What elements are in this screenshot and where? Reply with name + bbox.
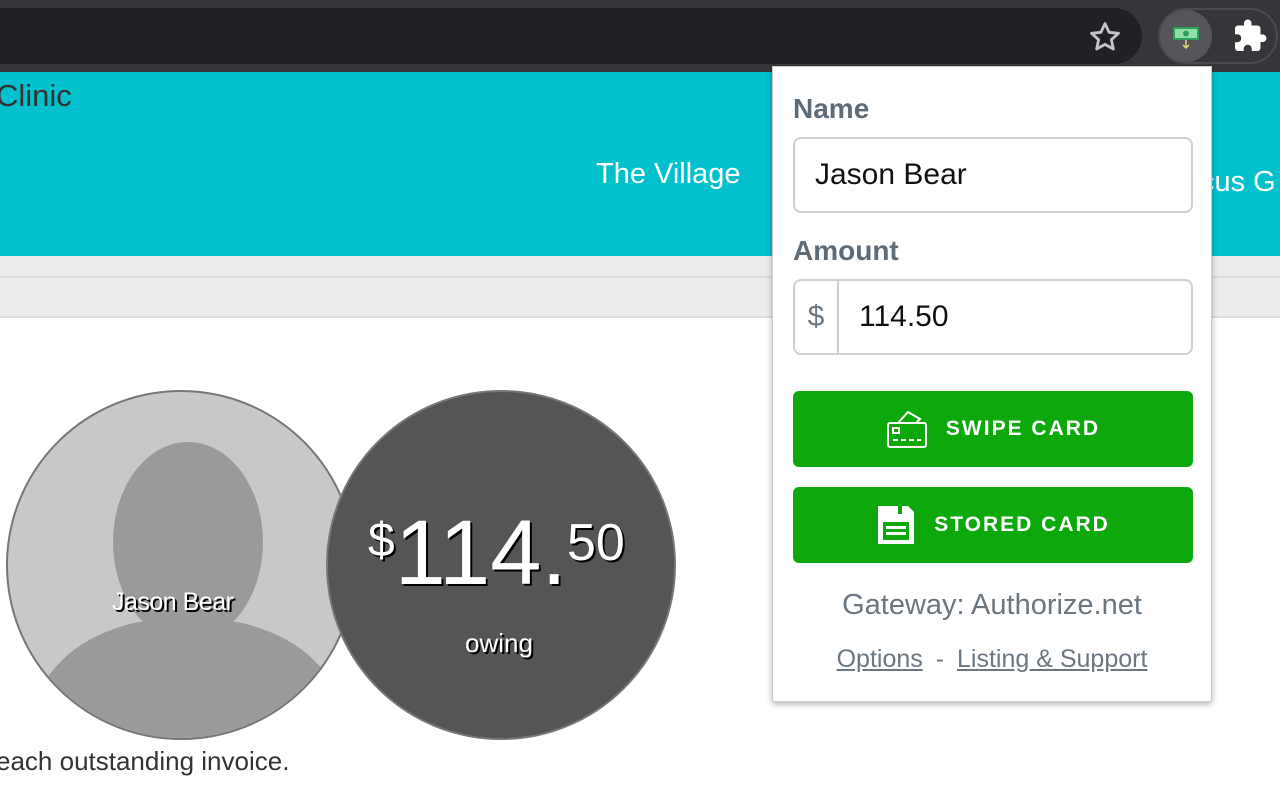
- amount-label: Amount: [793, 235, 899, 266]
- money-extension-button[interactable]: [1160, 10, 1212, 62]
- options-link[interactable]: Options: [837, 645, 923, 673]
- balance-amount: $114.50: [368, 505, 625, 601]
- amount-cents: 50: [566, 514, 625, 572]
- currency-symbol: $: [368, 514, 395, 567]
- link-separator: -: [935, 645, 945, 673]
- person-silhouette-icon: [28, 442, 348, 738]
- amount-whole: 114.: [394, 502, 567, 604]
- gateway-text: Gateway: Authorize.net: [842, 589, 1142, 621]
- payment-popup: Name Jason Bear Amount $ 114.50 SWIPE CA…: [772, 66, 1212, 702]
- address-bar[interactable]: [0, 8, 1142, 64]
- star-icon[interactable]: [1088, 20, 1122, 54]
- support-link[interactable]: Listing & Support: [957, 645, 1147, 673]
- floppy-disk-icon: [878, 506, 915, 544]
- amount-value: 114.50: [859, 300, 949, 333]
- credit-card-icon: [886, 410, 927, 448]
- name-value: Jason Bear: [815, 158, 967, 191]
- money-icon: [1173, 27, 1199, 50]
- invoice-text: each outstanding invoice.: [0, 746, 290, 776]
- name-label: Name: [793, 93, 870, 124]
- puzzle-icon[interactable]: [1232, 18, 1268, 54]
- name-input[interactable]: Jason Bear: [793, 137, 1193, 213]
- dollar-prefix: $: [795, 281, 839, 353]
- stored-card-label: STORED CARD: [934, 513, 1110, 536]
- amount-input[interactable]: $ 114.50: [793, 279, 1193, 355]
- owing-label: owing: [465, 628, 533, 658]
- swipe-card-label: SWIPE CARD: [945, 417, 1101, 440]
- popup-links: Options - Listing & Support: [773, 645, 1211, 674]
- location-link[interactable]: The Village: [596, 158, 741, 191]
- avatar: [6, 390, 356, 740]
- clinic-title: Clinic: [0, 78, 72, 113]
- stored-card-button[interactable]: STORED CARD: [793, 487, 1193, 563]
- swipe-card-button[interactable]: SWIPE CARD: [793, 391, 1193, 467]
- patient-name: Jason Bear: [112, 588, 234, 616]
